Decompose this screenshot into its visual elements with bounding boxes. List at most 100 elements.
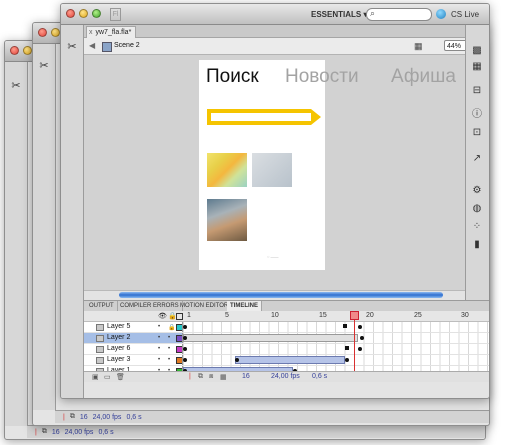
zoom-light[interactable]: [92, 9, 101, 18]
onion-outline-icon[interactable]: ⧈: [209, 373, 213, 381]
keyframe[interactable]: [183, 358, 187, 362]
tab-label: yw7_fla.fla*: [95, 29, 132, 36]
tab-motion-editor[interactable]: MOTION EDITOR: [177, 301, 233, 311]
new-layer-icon[interactable]: ▣: [92, 373, 99, 381]
tween-span[interactable]: [235, 356, 345, 364]
transform-icon[interactable]: ⊡: [471, 127, 483, 139]
keyframe[interactable]: [358, 347, 362, 351]
info-icon[interactable]: ⓘ: [471, 109, 483, 121]
tab-yw7-fla[interactable]: x yw7_fla.fla*: [86, 26, 137, 38]
layer-row[interactable]: Layer 5 • 🔒: [84, 322, 489, 333]
close-light[interactable]: [10, 46, 19, 55]
minimize-light[interactable]: [23, 46, 32, 55]
layer-frames[interactable]: [182, 333, 489, 343]
zoom-value: 44%: [447, 43, 462, 50]
keyframe[interactable]: [183, 347, 187, 351]
color-icon[interactable]: ▩: [471, 45, 483, 57]
visibility-dot[interactable]: •: [158, 357, 160, 363]
fps[interactable]: 24,00 fps: [93, 414, 122, 421]
onion-skin-icon[interactable]: ⧉: [198, 373, 203, 381]
layer-name[interactable]: Layer 2: [107, 334, 130, 341]
horizontal-scrollbar[interactable]: [84, 290, 474, 300]
swatches-icon[interactable]: ▦: [471, 61, 483, 73]
close-light[interactable]: [66, 9, 75, 18]
help-search-input[interactable]: ⌕: [366, 8, 432, 21]
cs-live-icon[interactable]: [436, 9, 446, 19]
center-frame-icon[interactable]: |: [189, 373, 191, 380]
layer-frames[interactable]: [182, 355, 489, 365]
nav-afisha: Афиша: [391, 66, 456, 87]
delete-layer-icon[interactable]: 🗑: [116, 373, 125, 381]
tab-compiler-errors[interactable]: COMPILER ERRORS: [117, 301, 183, 311]
outline-icon[interactable]: [176, 313, 183, 320]
visibility-dot[interactable]: •: [158, 346, 160, 352]
current-frame[interactable]: 16: [242, 373, 250, 380]
stage-pasteboard[interactable]: Поиск Новости Афиша ◌ ——: [84, 55, 474, 290]
keyframe[interactable]: [345, 358, 349, 362]
layer-frames[interactable]: [182, 344, 489, 354]
close-tab-icon[interactable]: x: [89, 29, 93, 36]
layer-row[interactable]: Layer 6 • •: [84, 344, 489, 355]
library-icon[interactable]: ◍: [471, 203, 483, 215]
tools-icon[interactable]: ✂: [66, 41, 78, 53]
project-icon[interactable]: ▮: [471, 239, 483, 251]
minimize-light[interactable]: [51, 28, 60, 37]
back-arrow-icon[interactable]: ◀: [89, 41, 95, 50]
nav-news: Новости: [285, 66, 359, 87]
playhead-handle[interactable]: [350, 311, 359, 320]
back-window-2-tools: ✂: [33, 44, 56, 410]
layer-name[interactable]: Layer 3: [107, 356, 130, 363]
cs-live-button[interactable]: CS Live: [451, 10, 479, 19]
onion-skin-icon[interactable]: ⧉: [42, 428, 47, 436]
keyframe[interactable]: [343, 324, 347, 328]
visibility-dot[interactable]: •: [158, 335, 160, 341]
tab-output[interactable]: OUTPUT: [86, 301, 118, 311]
back-window-2-timeline-status: | ⧉ 16 24,00 fps 0,6 s: [55, 410, 489, 423]
keyframe[interactable]: [235, 358, 239, 362]
app-bar: Fl ESSENTIALS ▾ ⌕ CS Live: [61, 4, 489, 25]
frame-rate[interactable]: 24,00 fps: [271, 373, 300, 380]
minimize-light[interactable]: [79, 9, 88, 18]
scene-label[interactable]: Scene 2: [114, 42, 140, 49]
layer-frames[interactable]: [182, 322, 489, 332]
frame-number: 16: [51, 428, 60, 436]
workspace-switcher[interactable]: ESSENTIALS ▾: [311, 10, 367, 19]
footer-logo: ◌ ——: [267, 254, 279, 259]
tools-icon[interactable]: ✂: [38, 60, 50, 72]
components-icon[interactable]: ⚙: [471, 185, 483, 197]
fps[interactable]: 24,00 fps: [65, 429, 94, 436]
keyframe[interactable]: [183, 336, 187, 340]
edit-scene-icon[interactable]: ▦: [414, 41, 423, 52]
edit-multiple-frames-icon[interactable]: ▦: [220, 373, 227, 381]
lock-toggle-icon[interactable]: •: [168, 357, 170, 363]
eye-icon[interactable]: 👁: [158, 312, 167, 320]
lock-toggle-icon[interactable]: •: [168, 335, 170, 341]
lock-toggle-icon[interactable]: •: [168, 346, 170, 352]
visibility-dot[interactable]: •: [158, 324, 160, 330]
layer-row[interactable]: Layer 2 • •: [84, 333, 489, 344]
keyframe[interactable]: [183, 325, 187, 329]
stage-document[interactable]: Поиск Новости Афиша ◌ ——: [199, 60, 456, 270]
keyframe[interactable]: [358, 325, 362, 329]
tools-icon[interactable]: ✂: [10, 80, 22, 92]
properties-icon[interactable]: ⁘: [471, 221, 483, 233]
keyframe[interactable]: [360, 336, 364, 340]
keyframe[interactable]: [345, 346, 349, 350]
news-thumbnail[interactable]: [252, 153, 292, 187]
motion-presets-icon[interactable]: ↗: [471, 153, 483, 165]
align-icon[interactable]: ⊟: [471, 85, 483, 97]
back-window-3-timeline-status: | ⧉ 16 24,00 fps 0,6 s: [27, 425, 485, 438]
layer-name[interactable]: Layer 5: [107, 323, 130, 330]
photo-thumbnail[interactable]: [207, 199, 247, 241]
new-folder-icon[interactable]: ▭: [104, 373, 111, 381]
timeline-ruler[interactable]: 👁 🔒 1 5 10 15 20 25 30: [84, 311, 489, 322]
tab-timeline[interactable]: TIMELINE: [227, 301, 262, 311]
layer-row[interactable]: Layer 3 • •: [84, 355, 489, 366]
horizontal-scroll-thumb[interactable]: [119, 292, 443, 298]
lock-toggle-icon[interactable]: 🔒: [168, 324, 175, 331]
onion-skin-icon[interactable]: ⧉: [70, 413, 75, 421]
layer-name[interactable]: Layer 6: [107, 345, 130, 352]
map-thumbnail[interactable]: [207, 153, 247, 187]
close-light[interactable]: [38, 28, 47, 37]
search-bar-graphic[interactable]: [207, 109, 321, 125]
